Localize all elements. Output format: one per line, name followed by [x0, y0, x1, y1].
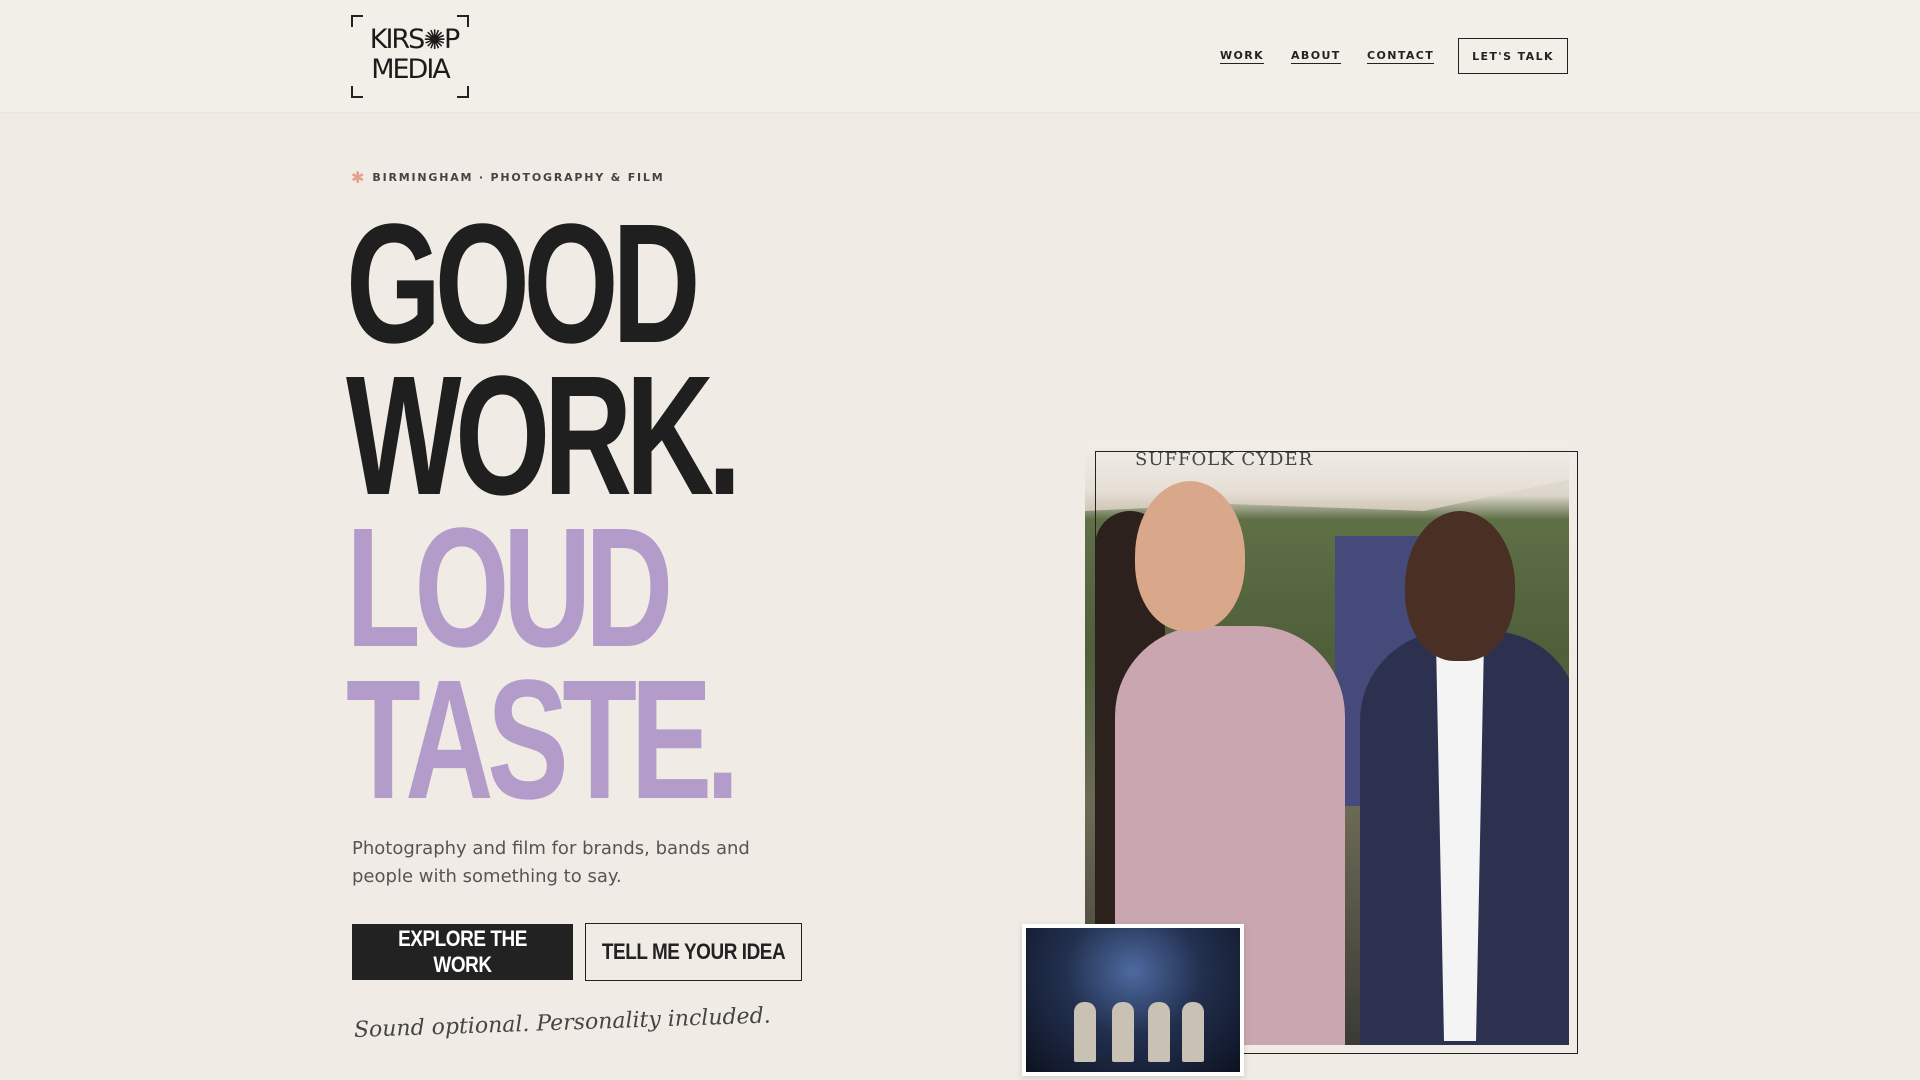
band-photo [1022, 924, 1244, 1076]
hero-headline: GOOD WORK. LOUD TASTE. [346, 189, 906, 835]
logo-corner-bottom-right [457, 86, 469, 98]
site-header: KIRS✺P MEDIA WORK ABOUT CONTACT LET'S TA… [0, 0, 1920, 113]
tell-me-your-idea-label: TELL ME YOUR IDEA [601, 939, 786, 964]
camera-shutter-icon: ✺ [423, 25, 446, 56]
eyebrow-text: BIRMINGHAM · PHOTOGRAPHY & FILM [372, 170, 665, 184]
logo-wordmark-line2: MEDIA [371, 54, 451, 85]
lets-talk-button[interactable]: LET'S TALK [1458, 38, 1568, 74]
nav-item-work[interactable]: WORK [1220, 49, 1265, 65]
explore-the-work-button[interactable]: EXPLORE THE WORK [352, 924, 573, 980]
band-member [1112, 1002, 1134, 1062]
hero-tagline: Sound optional. Personality included. [353, 1003, 772, 1043]
band-member [1074, 1002, 1096, 1062]
hero-eyebrow: ✱ BIRMINGHAM · PHOTOGRAPHY & FILM [351, 167, 665, 187]
logo-corner-bottom-left [351, 86, 363, 98]
headline-line-taste: TASTE. [346, 645, 740, 835]
tell-me-your-idea-button[interactable]: TELL ME YOUR IDEA [585, 923, 802, 981]
nav-item-contact[interactable]: CONTACT [1367, 49, 1435, 65]
band-member [1182, 1002, 1204, 1062]
kirsop-media-logo[interactable]: KIRS✺P MEDIA [351, 15, 469, 98]
headline-line-good: GOOD [346, 189, 701, 379]
band-photo-image [1026, 928, 1240, 1072]
nav-item-about[interactable]: ABOUT [1291, 49, 1341, 65]
headline-line-loud: LOUD [346, 493, 673, 683]
hero-subcopy: Photography and film for brands, bands a… [352, 838, 750, 887]
headline-line-work: WORK. [346, 341, 742, 531]
explore-the-work-label: EXPLORE THE WORK [398, 926, 527, 977]
band-member [1148, 1002, 1170, 1062]
asterisk-icon: ✱ [351, 167, 365, 187]
logo-wordmark-line1: KIRS✺P [369, 24, 461, 56]
